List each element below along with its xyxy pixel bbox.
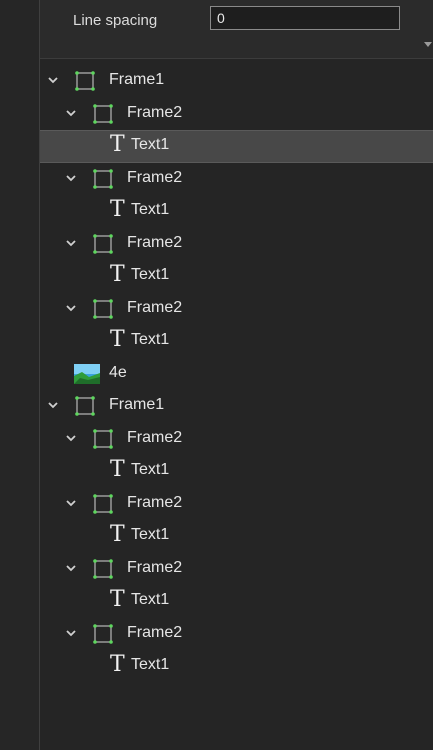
layer-tree: Frame1 Frame2 T Text1 Frame2 T Text1 Frame2 T… (40, 65, 433, 683)
tree-node-frame[interactable]: Frame2 (40, 423, 433, 456)
tree-node-label: Text1 (131, 201, 170, 218)
frame-icon (92, 558, 114, 580)
tree-node-label: 4e (109, 363, 127, 381)
scroll-down-arrow-icon[interactable] (424, 42, 432, 47)
tree-node-text[interactable]: T Text1 (40, 260, 433, 293)
tree-node-label: Frame2 (127, 168, 183, 186)
text-type-icon: T (110, 522, 125, 547)
chevron-down-icon[interactable] (66, 173, 76, 183)
tree-node-label: Frame2 (127, 428, 183, 446)
tree-node-text[interactable]: T Text1 (40, 195, 433, 228)
tree-node-label: Text1 (131, 136, 170, 153)
tree-node-label: Text1 (131, 656, 170, 673)
tree-node-image[interactable]: 4e (40, 358, 433, 391)
tree-node-frame[interactable]: Frame2 (40, 228, 433, 261)
tree-node-frame[interactable]: Frame1 (40, 390, 433, 423)
line-spacing-input[interactable] (210, 6, 400, 30)
layers-panel: Line spacing Frame1 Frame2TText1 Frame2T… (40, 0, 433, 750)
frame-icon (92, 103, 114, 125)
tree-node-text[interactable]: T Text1 (40, 650, 433, 683)
image-icon (74, 363, 100, 384)
tree-node-label: Frame2 (127, 103, 183, 121)
tree-node-label: Text1 (131, 461, 170, 478)
text-type-icon: T (110, 132, 125, 157)
left-toolbar-strip (0, 0, 39, 750)
line-spacing-label: Line spacing (73, 12, 158, 29)
tree-node-label: Frame1 (109, 71, 165, 88)
chevron-down-icon[interactable] (66, 238, 76, 248)
frame-icon (92, 298, 114, 320)
frame-icon (92, 168, 114, 190)
chevron-down-icon[interactable] (66, 303, 76, 313)
chevron-down-icon[interactable] (66, 498, 76, 508)
tree-node-frame[interactable]: Frame2 (40, 98, 433, 131)
text-type-icon: T (110, 197, 125, 222)
tree-node-frame[interactable]: Frame2 (40, 618, 433, 651)
chevron-down-icon[interactable] (66, 563, 76, 573)
frame-icon (92, 233, 114, 255)
tree-node-label: Frame2 (127, 493, 183, 511)
tree-node-text[interactable]: T Text1 (40, 520, 433, 553)
tree-node-text[interactable]: T Text1 (40, 585, 433, 618)
tree-node-frame[interactable]: Frame2 (40, 553, 433, 586)
text-type-icon: T (110, 587, 125, 612)
chevron-down-icon[interactable] (48, 75, 58, 85)
tree-node-label: Frame1 (109, 396, 165, 413)
tree-node-label: Frame2 (127, 623, 183, 641)
tree-node-frame[interactable]: Frame2 (40, 293, 433, 326)
tree-node-label: Frame2 (127, 298, 183, 316)
tree-node-frame[interactable]: Frame2 (40, 488, 433, 521)
tree-node-label: Frame2 (127, 233, 183, 251)
frame-icon (92, 428, 114, 450)
chevron-down-icon[interactable] (66, 433, 76, 443)
tree-node-label: Frame2 (127, 558, 183, 576)
frame-icon (74, 395, 96, 417)
text-type-icon: T (110, 652, 125, 677)
text-type-icon: T (110, 457, 125, 482)
chevron-down-icon[interactable] (48, 400, 58, 410)
tree-node-label: Text1 (131, 591, 170, 608)
text-type-icon: T (110, 327, 125, 352)
tree-node-label: Text1 (131, 526, 170, 543)
frame-icon (92, 493, 114, 515)
tree-node-frame[interactable]: Frame1 (40, 65, 433, 98)
tree-node-text[interactable]: T Text1 (40, 130, 433, 163)
frame-icon (92, 623, 114, 645)
chevron-down-icon[interactable] (66, 628, 76, 638)
text-properties-section: Line spacing (40, 0, 433, 59)
tree-node-label: Text1 (131, 266, 170, 283)
text-type-icon: T (110, 262, 125, 287)
tree-node-frame[interactable]: Frame2 (40, 163, 433, 196)
tree-node-text[interactable]: T Text1 (40, 455, 433, 488)
tree-node-text[interactable]: T Text1 (40, 325, 433, 358)
frame-icon (74, 70, 96, 92)
chevron-down-icon[interactable] (66, 108, 76, 118)
tree-node-label: Text1 (131, 331, 170, 348)
